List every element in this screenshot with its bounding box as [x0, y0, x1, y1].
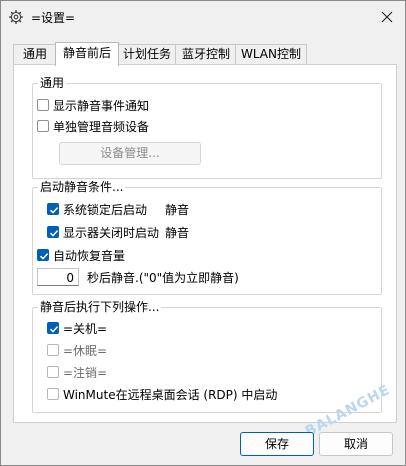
- tab-wlan[interactable]: WLAN控制: [235, 44, 307, 64]
- cancel-button[interactable]: 取消: [319, 432, 393, 456]
- settings-window: =设置= 通用 静音前后 计划任务 蓝牙控制 WLAN控制 通用 显示静音事件通…: [0, 0, 406, 466]
- general-group: 通用 显示静音事件通知 单独管理音频设备 设备管理...: [32, 76, 382, 179]
- tab-panel: 通用 显示静音事件通知 单独管理音频设备 设备管理... 启动静音条件... 系…: [13, 64, 397, 423]
- shutdown-checkbox[interactable]: [47, 322, 59, 334]
- device-management-button[interactable]: 设备管理...: [59, 142, 201, 165]
- separate-audio-option[interactable]: 单独管理音频设备: [37, 117, 149, 135]
- general-group-title: 通用: [38, 76, 67, 91]
- tab-general[interactable]: 通用: [13, 44, 57, 64]
- lock-mute-value: 静音: [165, 202, 190, 217]
- delay-seconds-input[interactable]: 0: [37, 268, 79, 286]
- tab-schedule[interactable]: 计划任务: [117, 44, 177, 64]
- tab-mute-before-after[interactable]: 静音前后: [55, 42, 119, 66]
- lock-mute-checkbox[interactable]: [47, 203, 59, 215]
- lock-mute-option[interactable]: 系统锁定后启动 静音: [47, 200, 189, 218]
- delay-label: 秒后静音.("0"值为立即静音): [87, 270, 239, 285]
- shutdown-option[interactable]: =关机=: [47, 319, 107, 337]
- display-off-mute-checkbox[interactable]: [47, 226, 59, 238]
- mute-condition-group: 启动静音条件... 系统锁定后启动 静音 显示器关闭时启动 静音 自动恢复音量 …: [32, 180, 382, 295]
- hibernate-checkbox[interactable]: [47, 344, 59, 356]
- logoff-option[interactable]: =注销=: [47, 363, 107, 381]
- title-bar: =设置=: [1, 1, 405, 33]
- show-notification-option[interactable]: 显示静音事件通知: [37, 96, 149, 114]
- auto-restore-checkbox[interactable]: [37, 249, 49, 261]
- separate-audio-checkbox[interactable]: [37, 120, 49, 132]
- logoff-checkbox[interactable]: [47, 366, 59, 378]
- after-mute-group-title: 静音后执行下列操作...: [38, 300, 162, 315]
- auto-restore-option[interactable]: 自动恢复音量: [37, 246, 125, 264]
- mute-condition-group-title: 启动静音条件...: [38, 180, 126, 195]
- rdp-start-option[interactable]: WinMute在远程桌面会话 (RDP) 中启动: [47, 385, 277, 403]
- gear-icon: [9, 10, 23, 24]
- after-mute-group: 静音后执行下列操作... =关机= =休眠= =注销= WinMute在远程桌面…: [32, 300, 382, 413]
- close-icon[interactable]: [377, 7, 397, 27]
- rdp-start-checkbox[interactable]: [47, 388, 59, 400]
- display-off-mute-value: 静音: [165, 225, 190, 240]
- hibernate-option[interactable]: =休眠=: [47, 341, 107, 359]
- window-title: =设置=: [31, 11, 76, 25]
- display-off-mute-option[interactable]: 显示器关闭时启动 静音: [47, 223, 189, 241]
- show-notification-checkbox[interactable]: [37, 99, 49, 111]
- save-button[interactable]: 保存: [240, 432, 314, 456]
- tab-bluetooth[interactable]: 蓝牙控制: [175, 44, 237, 64]
